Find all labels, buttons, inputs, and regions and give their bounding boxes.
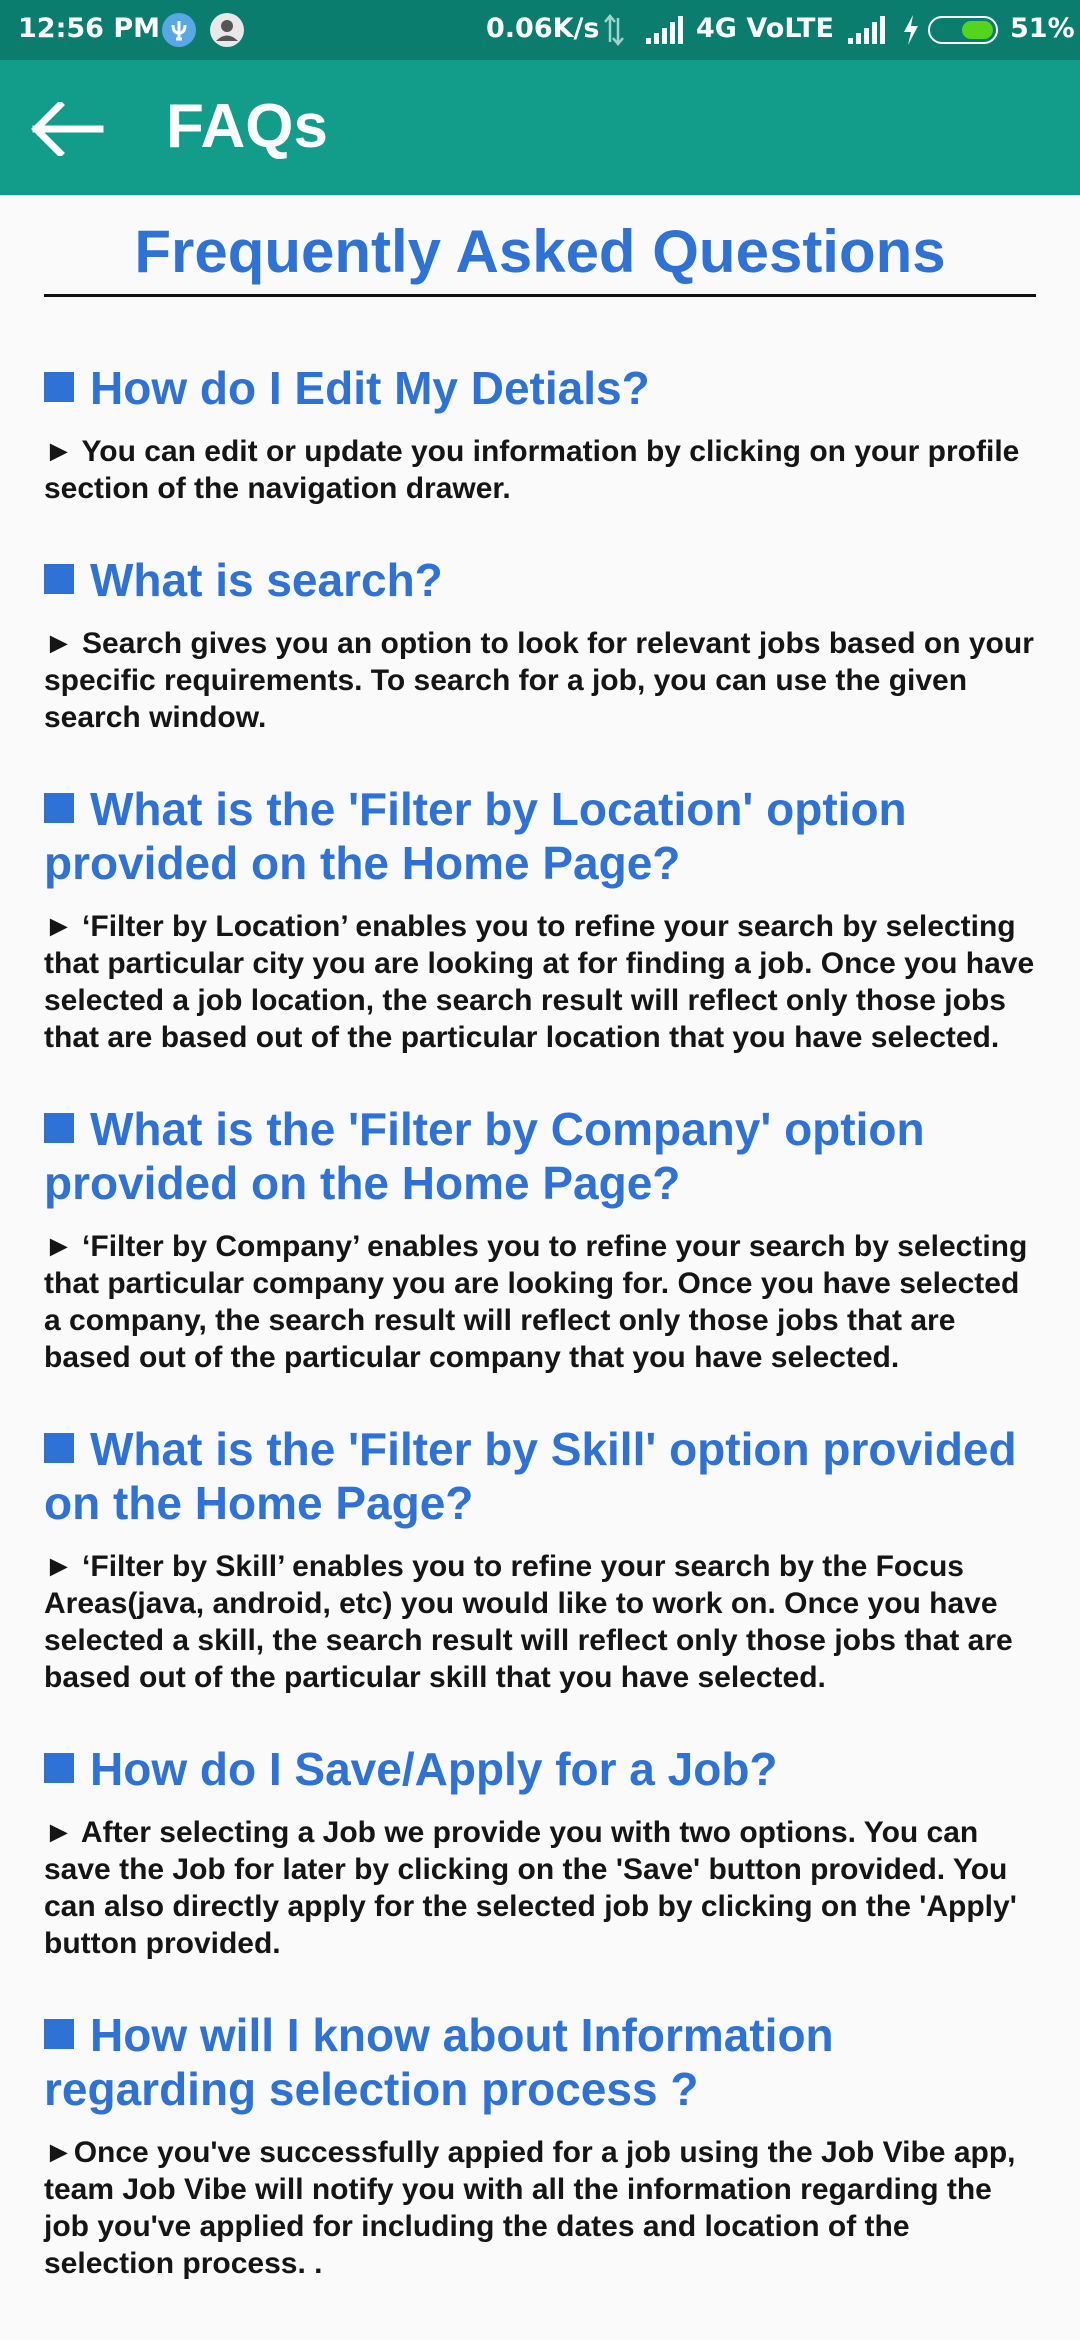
notification-icon	[210, 13, 244, 47]
battery-level	[962, 21, 993, 39]
app-bar: FAQs	[0, 60, 1080, 195]
faq-item: What is the 'Filter by Location' option …	[44, 782, 1036, 1056]
square-bullet-icon	[44, 564, 74, 594]
faq-question: What is the 'Filter by Company' option p…	[44, 1102, 1036, 1210]
faq-question: What is search?	[44, 553, 1036, 607]
faq-question-text: What is the 'Filter by Location' option …	[44, 783, 907, 889]
faq-answer: ► You can edit or update you information…	[44, 435, 1020, 505]
faq-question-text: How do I Save/Apply for a Job?	[90, 1743, 778, 1795]
faq-item: What is the 'Filter by Company' option p…	[44, 1102, 1036, 1376]
faq-item: How do I Edit My Detials? ► You can edit …	[44, 361, 1036, 507]
faq-answer: ► After selecting a Job we provide you w…	[44, 1816, 1017, 1960]
signal-icon	[646, 16, 683, 44]
faq-answer: ►Once you've successfully appied for a j…	[44, 2136, 1016, 2280]
charging-icon	[904, 15, 918, 45]
square-bullet-icon	[44, 2019, 74, 2049]
app-title: FAQs	[166, 92, 328, 161]
square-bullet-icon	[44, 1113, 74, 1143]
faq-list: How do I Edit My Detials? ► You can edit …	[44, 361, 1036, 2282]
faq-question: How do I Save/Apply for a Job?	[44, 1742, 1036, 1796]
page-title: Frequently Asked Questions	[44, 195, 1036, 297]
status-bar: 12:56 PM 0.06K/s 4G VoLTE 51%	[0, 0, 1080, 60]
faq-question-text: What is search?	[90, 554, 443, 606]
faq-question: What is the 'Filter by Skill' option pro…	[44, 1422, 1036, 1530]
square-bullet-icon	[44, 793, 74, 823]
faq-answer: ► ‘Filter by Location’ enables you to re…	[44, 910, 1035, 1054]
faq-item: How will I know about Information regard…	[44, 2008, 1036, 2282]
arrow-left-icon	[31, 102, 104, 156]
faq-question-text: How do I Edit My Detials?	[90, 362, 650, 414]
status-time: 12:56 PM	[18, 13, 161, 44]
faq-question-text: What is the 'Filter by Company' option p…	[44, 1103, 925, 1209]
faq-question-text: How will I know about Information regard…	[44, 2009, 834, 2115]
network-type: 4G VoLTE	[696, 13, 834, 44]
faq-answer: ► Search gives you an option to look for…	[44, 627, 1034, 734]
square-bullet-icon	[44, 372, 74, 402]
faq-item: What is search? ► Search gives you an opt…	[44, 553, 1036, 736]
faq-item: What is the 'Filter by Skill' option pro…	[44, 1422, 1036, 1696]
faq-answer: ► ‘Filter by Company’ enables you to ref…	[44, 1230, 1028, 1374]
square-bullet-icon	[44, 1433, 74, 1463]
vpn-icon	[162, 13, 196, 47]
battery-percent: 51%	[1010, 13, 1075, 44]
faq-question: How do I Edit My Detials?	[44, 361, 1036, 415]
faq-question: What is the 'Filter by Location' option …	[44, 782, 1036, 890]
back-button[interactable]	[14, 76, 118, 180]
network-speed: 0.06K/s	[486, 13, 600, 44]
faq-question: How will I know about Information regard…	[44, 2008, 1036, 2116]
signal-icon-2	[848, 16, 885, 44]
faq-answer: ► ‘Filter by Skill’ enables you to refin…	[44, 1550, 1013, 1694]
data-transfer-icon	[604, 14, 624, 46]
battery-icon	[928, 16, 998, 44]
faq-question-text: What is the 'Filter by Skill' option pro…	[44, 1423, 1017, 1529]
faq-content[interactable]: Frequently Asked Questions How do I Edit…	[44, 195, 1036, 2328]
square-bullet-icon	[44, 1753, 74, 1783]
faq-item: How do I Save/Apply for a Job? ► After se…	[44, 1742, 1036, 1962]
